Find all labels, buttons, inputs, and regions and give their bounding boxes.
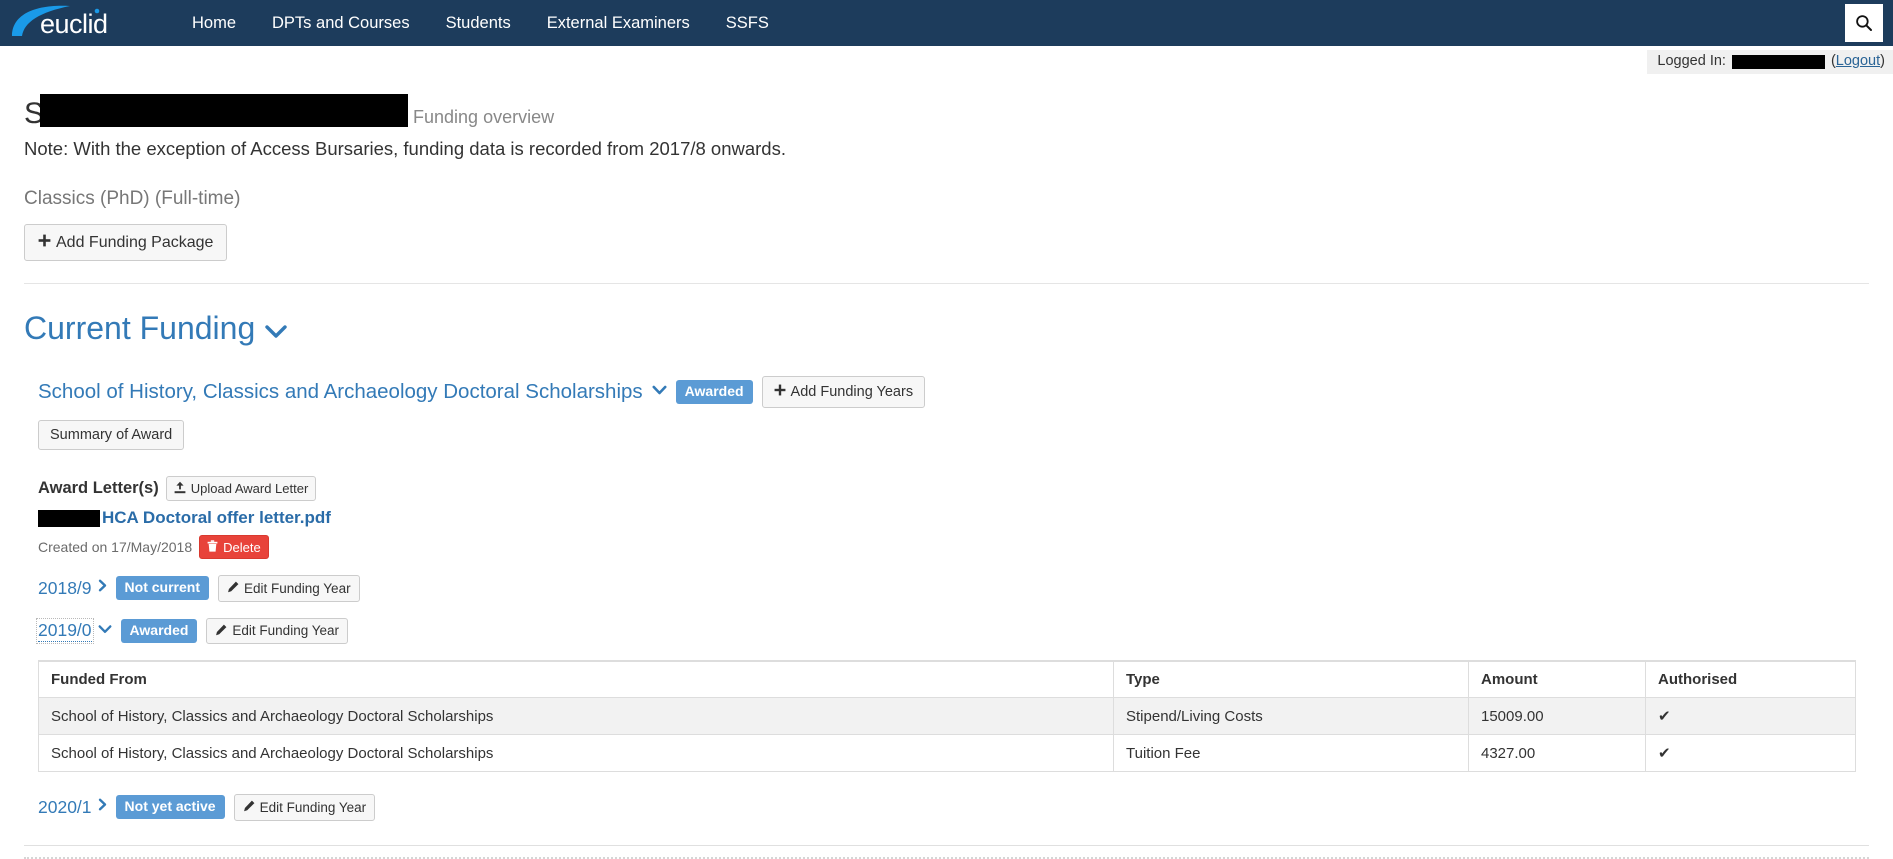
column-header-funded-from: Funded From (38, 660, 1114, 698)
delete-award-letter-label: Delete (223, 539, 261, 555)
programme-label: Classics (PhD) (Full-time) (24, 188, 241, 209)
search-button[interactable] (1845, 4, 1883, 42)
logged-in-user-redacted (1731, 54, 1825, 69)
page-content: S Funding overview Note: With the except… (0, 90, 1893, 859)
edit-funding-year-button-2018-9[interactable]: Edit Funding Year (217, 575, 360, 602)
plus-icon (38, 234, 51, 251)
edit-funding-year-label-2020-1: Edit Funding Year (259, 799, 367, 815)
table-row: School of History, Classics and Archaeol… (38, 697, 1856, 735)
chevron-right-icon (98, 579, 107, 597)
svg-text:euclid: euclid (40, 9, 108, 39)
current-funding-heading[interactable]: Current Funding (24, 310, 1869, 346)
funding-year-label-2020-1: 2020/1 (38, 796, 92, 817)
funding-year-row-2020-1: 2020/1 Not yet active Edit Funding Year (38, 794, 1869, 821)
page-title-row: S Funding overview (24, 90, 1869, 130)
edit-funding-year-label-2018-9: Edit Funding Year (243, 580, 351, 596)
funding-year-badge-2019-0: Awarded (120, 618, 198, 643)
award-letter-created-text: Created on 17/May/2018 (38, 539, 193, 555)
logged-in-bar: Logged In: (Logout) (1647, 50, 1893, 74)
add-funding-years-label: Add Funding Years (790, 383, 914, 400)
award-status-badge: Awarded (675, 379, 753, 404)
award-letters-row: Award Letter(s) Upload Award Letter (38, 476, 1869, 501)
cell-amount: 15009.00 (1468, 697, 1646, 735)
nav-link-external-examiners[interactable]: External Examiners (529, 0, 708, 46)
cell-funded-from: School of History, Classics and Archaeol… (38, 697, 1114, 735)
euclid-logo-icon: euclid (12, 5, 108, 39)
pencil-icon (243, 800, 255, 815)
award-group-separator (24, 856, 1869, 859)
award-letter-meta-row: Created on 17/May/2018 Delete (38, 535, 1869, 559)
award-title-row: School of History, Classics and Archaeol… (38, 376, 1869, 408)
cell-funded-from: School of History, Classics and Archaeol… (38, 734, 1114, 772)
logged-in-label: Logged In: (1657, 53, 1726, 69)
add-funding-package-button[interactable]: Add Funding Package (24, 224, 228, 261)
award-letter-item: HCA Doctoral offer letter.pdf (38, 508, 1869, 528)
funding-year-badge-2020-1: Not yet active (115, 795, 225, 820)
chevron-down-icon (265, 310, 287, 346)
search-icon (1856, 15, 1872, 31)
main-navbar: euclid Home DPTs and Courses Students Ex… (0, 0, 1893, 46)
funding-year-row-2018-9: 2018/9 Not current Edit Funding Year (38, 575, 1869, 602)
euclid-logo[interactable]: euclid (10, 0, 128, 46)
table-row: School of History, Classics and Archaeol… (38, 734, 1856, 772)
cell-amount: 4327.00 (1468, 734, 1646, 772)
add-funding-years-button[interactable]: Add Funding Years (761, 376, 926, 408)
award-letter-link[interactable]: HCA Doctoral offer letter.pdf (102, 508, 331, 528)
funding-year-toggle-2019-0[interactable]: 2019/0 (36, 617, 112, 644)
upload-award-letter-button[interactable]: Upload Award Letter (165, 476, 317, 501)
logout-wrap: (Logout) (1831, 53, 1885, 70)
funding-year-toggle-2020-1[interactable]: 2020/1 (38, 797, 107, 818)
page-title-redacted (40, 94, 409, 127)
delete-award-letter-button[interactable]: Delete (199, 535, 269, 559)
nav-link-students[interactable]: Students (428, 0, 529, 46)
column-header-authorised: Authorised (1645, 660, 1856, 698)
table-header-row: Funded From Type Amount Authorised (38, 660, 1856, 698)
section-divider (24, 283, 1869, 284)
edit-funding-year-button-2019-0[interactable]: Edit Funding Year (206, 617, 348, 644)
page-subtitle: Funding overview (413, 107, 555, 127)
cell-type: Tuition Fee (1113, 734, 1469, 772)
funding-details-table: Funded From Type Amount Authorised Schoo… (38, 660, 1856, 772)
cell-type: Stipend/Living Costs (1113, 697, 1469, 735)
nav-link-dpts-and-courses[interactable]: DPTs and Courses (254, 0, 428, 46)
footer-separator (24, 845, 1869, 846)
trash-icon (207, 540, 218, 554)
edit-funding-year-label-2019-0: Edit Funding Year (232, 623, 339, 638)
cell-authorised: ✔ (1645, 734, 1856, 772)
upload-award-letter-label: Upload Award Letter (190, 481, 309, 496)
award-letters-label: Award Letter(s) (38, 479, 159, 497)
nav-link-home[interactable]: Home (174, 0, 254, 46)
funding-year-toggle-2018-9[interactable]: 2018/9 (38, 578, 107, 599)
funding-year-label-2018-9: 2018/9 (38, 577, 92, 598)
add-funding-package-label: Add Funding Package (56, 233, 214, 251)
summary-of-award-label: Summary of Award (50, 426, 173, 443)
award-letter-redacted (38, 509, 100, 527)
upload-icon (174, 481, 186, 496)
logout-paren-close: ) (1880, 53, 1885, 69)
cell-authorised: ✔ (1645, 697, 1856, 735)
nav-link-ssfs[interactable]: SSFS (708, 0, 787, 46)
chevron-down-icon[interactable] (652, 383, 667, 401)
award-title[interactable]: School of History, Classics and Archaeol… (38, 380, 643, 404)
logout-link[interactable]: Logout (1836, 53, 1880, 69)
award-block: School of History, Classics and Archaeol… (36, 376, 1869, 821)
chevron-down-icon (98, 622, 112, 640)
funding-year-badge-2018-9: Not current (115, 576, 209, 601)
summary-of-award-button[interactable]: Summary of Award (38, 419, 185, 450)
edit-funding-year-button-2020-1[interactable]: Edit Funding Year (233, 794, 376, 821)
funding-year-row-2019-0: 2019/0 Awarded Edit Funding Year (36, 617, 1869, 644)
column-header-type: Type (1113, 660, 1469, 698)
funding-note: Note: With the exception of Access Bursa… (24, 138, 786, 159)
pencil-icon (227, 581, 239, 596)
plus-icon (774, 384, 786, 400)
summary-of-award-row: Summary of Award (38, 419, 1869, 450)
pencil-icon (215, 624, 227, 639)
chevron-right-icon (98, 798, 107, 816)
funding-year-label-2019-0: 2019/0 (36, 617, 94, 644)
current-funding-heading-label: Current Funding (24, 310, 256, 346)
nav-links: Home DPTs and Courses Students External … (174, 0, 787, 46)
column-header-amount: Amount (1468, 660, 1646, 698)
